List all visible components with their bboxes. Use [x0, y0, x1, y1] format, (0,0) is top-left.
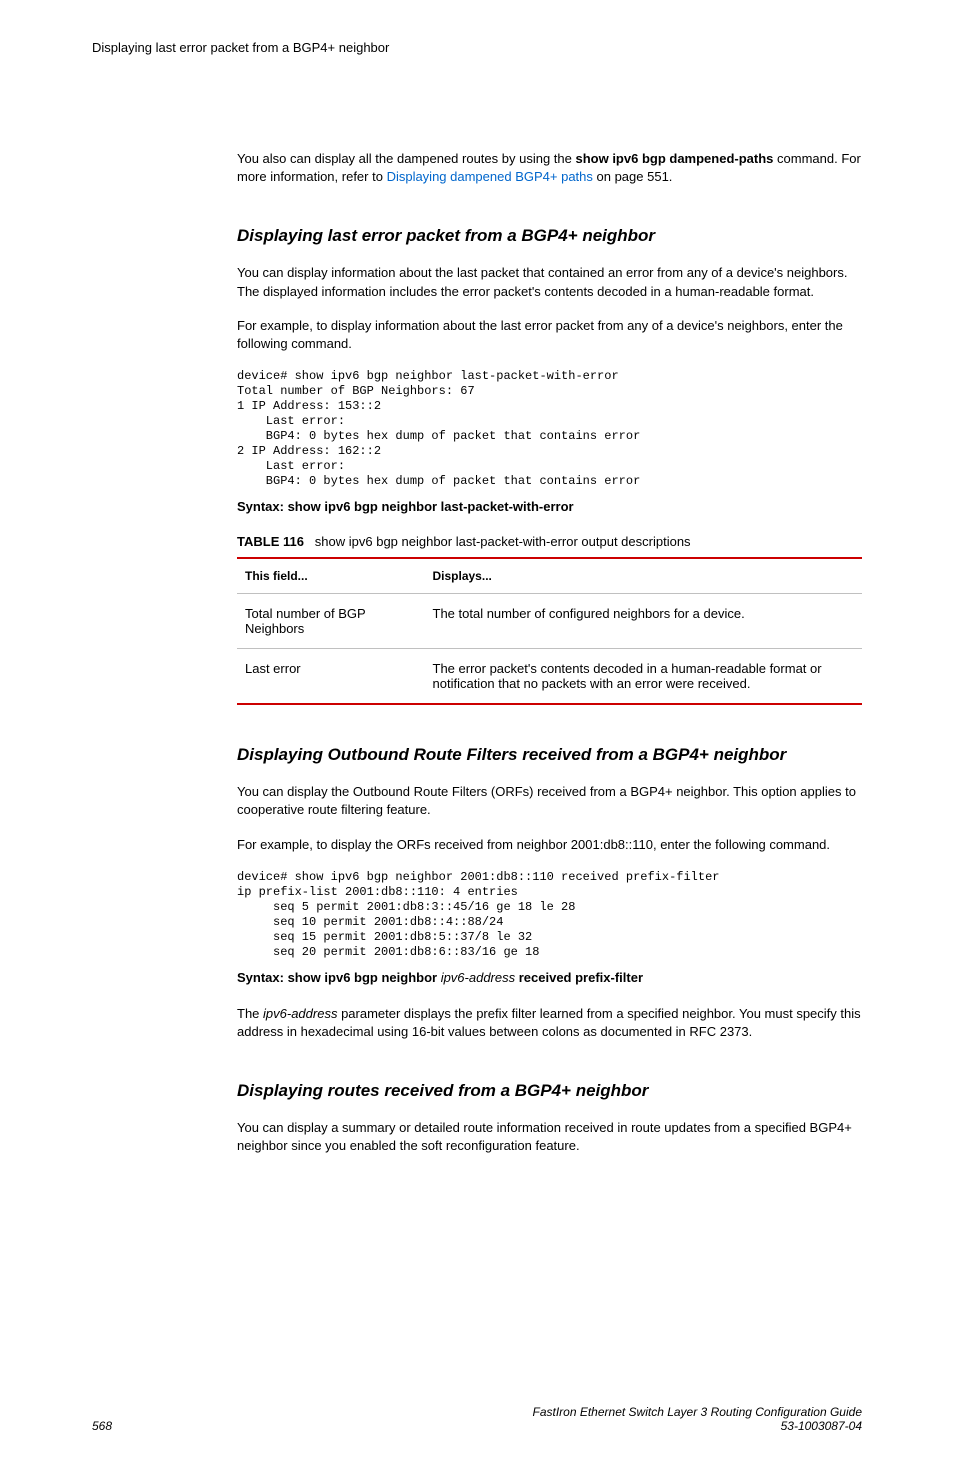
- table-title: show ipv6 bgp neighbor last-packet-with-…: [315, 534, 691, 549]
- syntax-parameter: ipv6-address: [437, 970, 519, 985]
- section-heading-last-error: Displaying last error packet from a BGP4…: [237, 226, 862, 246]
- parameter-name: ipv6-address: [263, 1006, 337, 1021]
- syntax-line: Syntax: show ipv6 bgp neighbor ipv6-addr…: [237, 970, 862, 985]
- cli-output: device# show ipv6 bgp neighbor 2001:db8:…: [237, 870, 862, 960]
- footer-doc-info: FastIron Ethernet Switch Layer 3 Routing…: [532, 1405, 862, 1433]
- page-footer: 568 FastIron Ethernet Switch Layer 3 Rou…: [92, 1405, 862, 1433]
- body-paragraph: You can display the Outbound Route Filte…: [237, 783, 862, 819]
- table-header-field: This field...: [237, 558, 425, 594]
- table-cell-displays: The error packet's contents decoded in a…: [425, 649, 863, 705]
- cross-reference-link[interactable]: Displaying dampened BGP4+ paths: [387, 169, 593, 184]
- body-paragraph: For example, to display information abou…: [237, 317, 862, 353]
- guide-title: FastIron Ethernet Switch Layer 3 Routing…: [532, 1405, 862, 1419]
- text: You also can display all the dampened ro…: [237, 151, 575, 166]
- table-header-displays: Displays...: [425, 558, 863, 594]
- table-cell-field: Last error: [237, 649, 425, 705]
- table-cell-displays: The total number of configured neighbors…: [425, 594, 863, 649]
- table-cell-field: Total number of BGP Neighbors: [237, 594, 425, 649]
- table-number: TABLE 116: [237, 534, 304, 549]
- running-header: Displaying last error packet from a BGP4…: [92, 40, 862, 55]
- command-name: show ipv6 bgp dampened-paths: [575, 151, 773, 166]
- body-paragraph: You can display information about the la…: [237, 264, 862, 300]
- syntax-text: Syntax: show ipv6 bgp neighbor last-pack…: [237, 499, 574, 514]
- body-paragraph: You can display a summary or detailed ro…: [237, 1119, 862, 1155]
- table-row: Last error The error packet's contents d…: [237, 649, 862, 705]
- output-description-table: This field... Displays... Total number o…: [237, 557, 862, 705]
- cli-output: device# show ipv6 bgp neighbor last-pack…: [237, 369, 862, 489]
- body-paragraph: For example, to display the ORFs receive…: [237, 836, 862, 854]
- text: The: [237, 1006, 263, 1021]
- table-caption: TABLE 116 show ipv6 bgp neighbor last-pa…: [237, 534, 862, 549]
- text: on page 551.: [593, 169, 673, 184]
- syntax-text: Syntax: show ipv6 bgp neighbor: [237, 970, 437, 985]
- table-row: Total number of BGP Neighbors The total …: [237, 594, 862, 649]
- syntax-line: Syntax: show ipv6 bgp neighbor last-pack…: [237, 499, 862, 514]
- syntax-text: received prefix-filter: [519, 970, 643, 985]
- body-paragraph: The ipv6-address parameter displays the …: [237, 1005, 862, 1041]
- intro-paragraph: You also can display all the dampened ro…: [237, 150, 862, 186]
- doc-number: 53-1003087-04: [532, 1419, 862, 1433]
- section-heading-routes-received: Displaying routes received from a BGP4+ …: [237, 1081, 862, 1101]
- page-number: 568: [92, 1419, 112, 1433]
- section-heading-orf: Displaying Outbound Route Filters receiv…: [237, 745, 862, 765]
